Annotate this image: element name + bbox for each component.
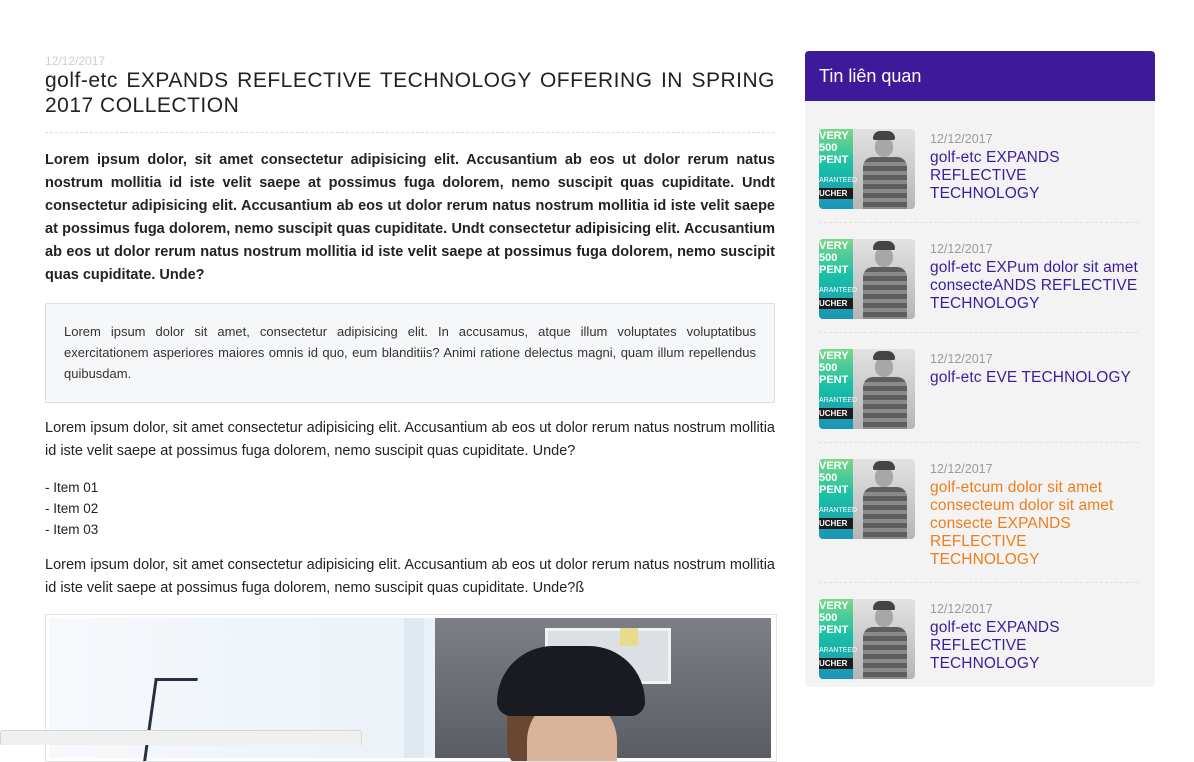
related-news-item[interactable]: VERY 500 PENT ARANTEED UCHER 12/12/2017 … [819, 459, 1138, 583]
promo-text: ARANTEED [819, 287, 858, 294]
promo-text: 500 [819, 362, 838, 374]
related-news-date: 12/12/2017 [930, 462, 993, 476]
related-news-panel: Tin liên quan VERY 500 PENT ARANTEED UCH… [805, 51, 1155, 687]
promo-text: UCHER [819, 518, 853, 529]
related-news-text: 12/12/2017 golf-etc EVE TECHNOLOGY [930, 349, 1138, 387]
related-news-date: 12/12/2017 [930, 352, 993, 366]
promo-text: VERY [819, 350, 849, 362]
news-thumbnail[interactable]: VERY 500 PENT ARANTEED UCHER [819, 599, 915, 679]
promo-text: UCHER [819, 298, 853, 309]
woman-photo [435, 618, 771, 761]
related-news-link[interactable]: golf-etc EVE TECHNOLOGY [930, 369, 1138, 387]
promo-text: 500 [819, 142, 838, 154]
golfer-head [875, 467, 893, 487]
promo-text: VERY [819, 130, 849, 142]
related-news-text: 12/12/2017 golf-etc EXPANDS REFLECTIVE T… [930, 129, 1138, 203]
article-date: 12/12/2017 [45, 54, 106, 68]
related-news-date: 12/12/2017 [930, 602, 993, 616]
promo-text: ARANTEED [819, 507, 858, 514]
promo-text: PENT [819, 264, 849, 276]
news-thumbnail[interactable]: VERY 500 PENT ARANTEED UCHER [819, 239, 915, 319]
news-thumbnail[interactable]: VERY 500 PENT ARANTEED UCHER [819, 349, 915, 429]
list-item: - Item 03 [45, 522, 99, 537]
golfer-shirt [863, 157, 907, 209]
article-paragraph: Lorem ipsum dolor, sit amet consectetur … [45, 557, 775, 596]
golfer-cap [873, 601, 895, 610]
promo-text: ARANTEED [819, 397, 858, 404]
golfer-cap [873, 351, 895, 360]
golfer-shirt [863, 377, 907, 429]
related-news-link[interactable]: golf-etcum dolor sit amet consecteum dol… [930, 479, 1138, 569]
window-frame [404, 618, 424, 758]
related-news-date: 12/12/2017 [930, 132, 993, 146]
related-news-list: VERY 500 PENT ARANTEED UCHER 12/12/2017 … [805, 101, 1155, 687]
horizontal-scrollbar[interactable] [0, 730, 362, 745]
related-news-link[interactable]: golf-etc EXPANDS REFLECTIVE TECHNOLOGY [930, 619, 1138, 673]
related-news-heading: Tin liên quan [805, 51, 1155, 101]
golfer-cap [873, 241, 895, 250]
golfer-head [875, 137, 893, 157]
related-news-date: 12/12/2017 [930, 242, 993, 256]
related-news-item[interactable]: VERY 500 PENT ARANTEED UCHER 12/12/2017 … [819, 349, 1138, 443]
list-item: - Item 02 [45, 501, 99, 516]
article-lead: Lorem ipsum dolor, sit amet consectetur … [45, 152, 775, 283]
article-item-list: - Item 01 - Item 02 - Item 03 [45, 477, 775, 540]
promo-text: VERY [819, 460, 849, 472]
list-item: - Item 01 [45, 480, 99, 495]
promo-text: PENT [819, 374, 849, 386]
article-blockquote: Lorem ipsum dolor sit amet, consectetur … [45, 303, 775, 403]
hat [497, 646, 645, 716]
promo-text: PENT [819, 484, 849, 496]
article-title: golf-etc EXPANDS REFLECTIVE TECHNOLOGY O… [45, 68, 775, 133]
promo-text: PENT [819, 154, 849, 166]
related-news-link[interactable]: golf-etc EXPum dolor sit amet consecteAN… [930, 259, 1138, 313]
promo-text: 500 [819, 612, 838, 624]
golfer-cap [873, 131, 895, 140]
sticky-note [620, 628, 638, 646]
article-paragraph: Lorem ipsum dolor, sit amet consectetur … [45, 420, 775, 459]
news-thumbnail[interactable]: VERY 500 PENT ARANTEED UCHER [819, 129, 915, 209]
golfer-shirt [863, 267, 907, 319]
golfer-head [875, 247, 893, 267]
related-news-text: 12/12/2017 golf-etcum dolor sit amet con… [930, 459, 1138, 569]
promo-text: VERY [819, 240, 849, 252]
promo-text: VERY [819, 600, 849, 612]
chair-frame [143, 678, 198, 761]
golfer-head [875, 607, 893, 627]
news-thumbnail[interactable]: VERY 500 PENT ARANTEED UCHER [819, 459, 915, 539]
golfer-cap [873, 461, 895, 470]
related-news-item[interactable]: VERY 500 PENT ARANTEED UCHER 12/12/2017 … [819, 239, 1138, 333]
promo-text: ARANTEED [819, 647, 858, 654]
promo-text: UCHER [819, 188, 853, 199]
related-news-item[interactable]: VERY 500 PENT ARANTEED UCHER 12/12/2017 … [819, 129, 1138, 223]
related-news-link[interactable]: golf-etc EXPANDS REFLECTIVE TECHNOLOGY [930, 149, 1138, 203]
promo-text: ARANTEED [819, 177, 858, 184]
promo-text: UCHER [819, 658, 853, 669]
promo-text: 500 [819, 252, 838, 264]
promo-text: 500 [819, 472, 838, 484]
article: 12/12/2017 golf-etc EXPANDS REFLECTIVE T… [45, 54, 777, 762]
promo-text: UCHER [819, 408, 853, 419]
related-news-item[interactable]: VERY 500 PENT ARANTEED UCHER 12/12/2017 … [819, 599, 1138, 687]
related-news-text: 12/12/2017 golf-etc EXPANDS REFLECTIVE T… [930, 599, 1138, 673]
promo-text: PENT [819, 624, 849, 636]
golfer-head [875, 357, 893, 377]
related-news-text: 12/12/2017 golf-etc EXPum dolor sit amet… [930, 239, 1138, 313]
golfer-shirt [863, 627, 907, 679]
golfer-shirt [863, 487, 907, 539]
